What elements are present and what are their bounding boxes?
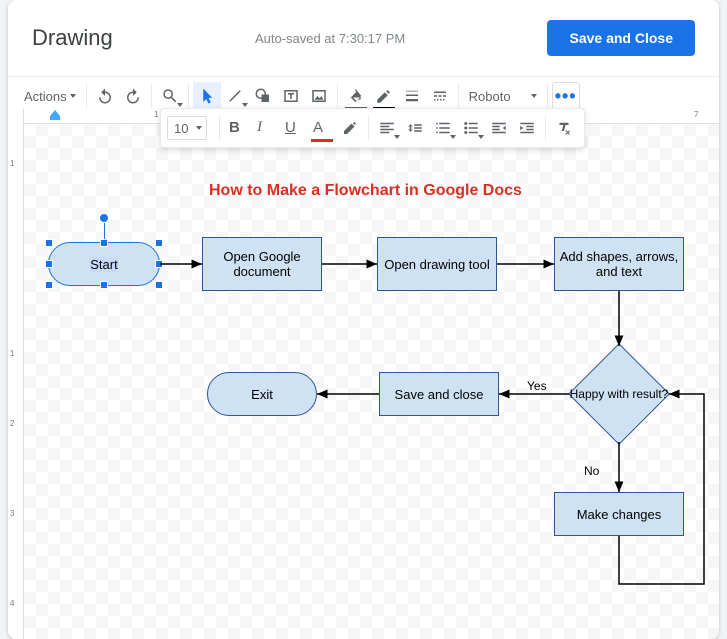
start-label: Start: [90, 257, 117, 272]
textbox-icon: [282, 87, 300, 105]
italic-icon: I: [257, 119, 275, 137]
paint-bucket-icon: [347, 87, 365, 105]
line-spacing-button[interactable]: [401, 114, 429, 142]
align-button[interactable]: [373, 114, 401, 142]
drawing-canvas[interactable]: How to Make a Flowchart in Google Docs S…: [24, 124, 719, 639]
start-shape[interactable]: Start: [48, 242, 160, 286]
indent-increase-button[interactable]: [513, 114, 541, 142]
more-button[interactable]: •••: [552, 82, 580, 110]
font-family-label: Roboto: [469, 89, 511, 104]
indent-increase-icon: [518, 119, 536, 137]
flowchart-title[interactable]: How to Make a Flowchart in Google Docs: [209, 182, 522, 200]
actions-menu[interactable]: Actions: [18, 89, 82, 104]
yes-label: Yes: [527, 379, 547, 393]
cursor-icon: [198, 87, 216, 105]
line-dash-icon: [431, 87, 449, 105]
resize-handle[interactable]: [155, 281, 163, 289]
resize-handle[interactable]: [45, 239, 53, 247]
separator: [151, 84, 152, 108]
separator: [547, 84, 548, 108]
separator: [86, 84, 87, 108]
font-family-select[interactable]: Roboto: [463, 89, 543, 104]
text-color-button[interactable]: A: [308, 114, 336, 142]
numbered-list-button[interactable]: [429, 114, 457, 142]
select-tool[interactable]: [193, 82, 221, 110]
exit-shape[interactable]: Exit: [207, 372, 317, 416]
rotate-handle[interactable]: [99, 213, 109, 223]
save-close-shape[interactable]: Save and close: [379, 372, 499, 416]
bold-button[interactable]: B: [224, 114, 252, 142]
add-shapes-shape[interactable]: Add shapes, arrows, and text: [554, 237, 684, 291]
chevron-down-icon: [70, 94, 76, 98]
underline-button[interactable]: U: [280, 114, 308, 142]
bullet-list-button[interactable]: [457, 114, 485, 142]
fill-color-button[interactable]: [342, 82, 370, 110]
open-doc-shape[interactable]: Open Google document: [202, 237, 322, 291]
chevron-down-icon: [196, 126, 202, 130]
open-drawing-shape[interactable]: Open drawing tool: [377, 237, 497, 291]
border-weight-button[interactable]: [398, 82, 426, 110]
indent-decrease-button[interactable]: [485, 114, 513, 142]
chevron-down-icon: [531, 94, 537, 98]
separator: [545, 116, 546, 140]
undo-button[interactable]: [91, 82, 119, 110]
underline-icon: U: [285, 119, 303, 137]
shape-tool[interactable]: [249, 82, 277, 110]
line-spacing-icon: [406, 119, 424, 137]
border-dash-button[interactable]: [426, 82, 454, 110]
resize-handle[interactable]: [100, 281, 108, 289]
pencil-icon: [375, 87, 393, 105]
highlight-button[interactable]: [336, 114, 364, 142]
decision-label: Happy with result?: [570, 387, 669, 401]
chevron-down-icon: [242, 103, 248, 107]
chevron-down-icon: [478, 135, 484, 139]
indent-decrease-icon: [490, 119, 508, 137]
chevron-down-icon: [394, 135, 400, 139]
undo-icon: [96, 87, 114, 105]
border-color-button[interactable]: [370, 82, 398, 110]
ruler-indent-marker[interactable]: [50, 110, 66, 122]
decision-shape[interactable]: Happy with result?: [569, 344, 669, 444]
font-size-select[interactable]: 10: [167, 116, 207, 140]
separator: [219, 116, 220, 140]
dialog-title: Drawing: [32, 25, 113, 51]
resize-handle[interactable]: [45, 281, 53, 289]
no-label: No: [584, 464, 599, 478]
clear-formatting-icon: [555, 119, 573, 137]
zoom-button[interactable]: [156, 82, 184, 110]
line-tool[interactable]: [221, 82, 249, 110]
vertical-ruler: 1 1 2 3 4: [8, 108, 24, 639]
resize-handle[interactable]: [100, 239, 108, 247]
dialog-titlebar: Drawing Auto-saved at 7:30:17 PM Save an…: [8, 0, 719, 76]
actions-label: Actions: [24, 89, 67, 104]
drawing-dialog: Drawing Auto-saved at 7:30:17 PM Save an…: [8, 0, 719, 639]
resize-handle[interactable]: [155, 239, 163, 247]
resize-handle[interactable]: [45, 260, 53, 268]
italic-button[interactable]: I: [252, 114, 280, 142]
save-and-close-button[interactable]: Save and Close: [547, 20, 695, 56]
resize-handle[interactable]: [155, 260, 163, 268]
toolbar-floating: 10 B I U A: [160, 108, 585, 148]
clear-formatting-button[interactable]: [550, 114, 578, 142]
autosave-status: Auto-saved at 7:30:17 PM: [255, 31, 405, 46]
chevron-down-icon: [177, 103, 183, 107]
make-changes-shape[interactable]: Make changes: [554, 492, 684, 536]
text-color-icon: A: [313, 119, 331, 137]
separator: [458, 84, 459, 108]
redo-button[interactable]: [119, 82, 147, 110]
separator: [188, 84, 189, 108]
separator: [337, 84, 338, 108]
textbox-tool[interactable]: [277, 82, 305, 110]
shape-icon: [254, 87, 272, 105]
bold-icon: B: [229, 119, 247, 137]
highlight-icon: [341, 119, 359, 137]
chevron-down-icon: [450, 135, 456, 139]
image-icon: [310, 87, 328, 105]
line-weight-icon: [403, 87, 421, 105]
font-size-value: 10: [174, 121, 188, 136]
image-tool[interactable]: [305, 82, 333, 110]
redo-icon: [124, 87, 142, 105]
separator: [368, 116, 369, 140]
